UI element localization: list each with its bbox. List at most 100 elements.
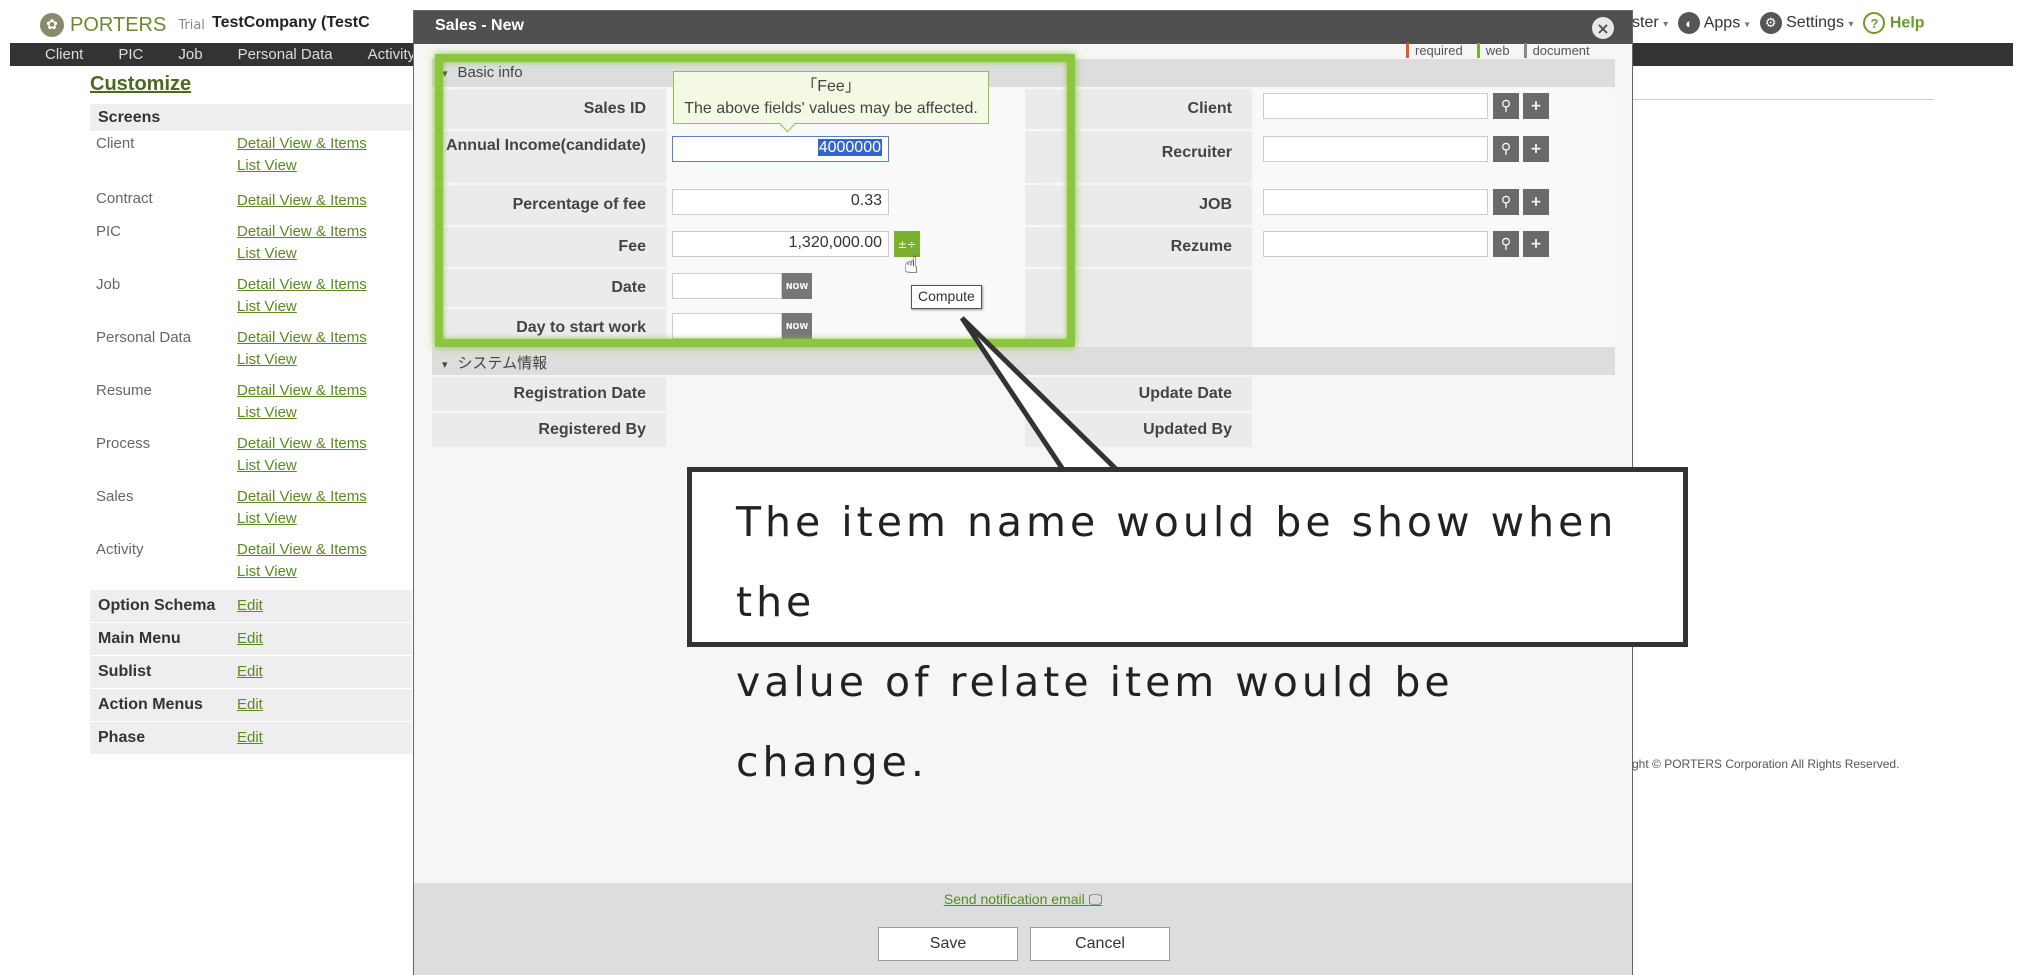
tooltip-text: The above fields' values may be affected…: [684, 100, 978, 117]
option-row: Phase Edit: [90, 722, 412, 755]
edit-link[interactable]: Edit: [233, 656, 267, 688]
help-link[interactable]: ? Help: [1863, 12, 1925, 34]
detail-view-link[interactable]: Detail View & Items: [237, 380, 408, 402]
search-icon[interactable]: ⚲: [1493, 189, 1519, 215]
send-notification-link[interactable]: Send notification email 🖵: [414, 891, 1632, 908]
save-button[interactable]: Save: [878, 927, 1018, 961]
screen-links: Detail View & Items List View: [233, 131, 412, 183]
apps-icon: ◐: [1678, 12, 1701, 34]
notify-label: Send notification email: [943, 891, 1085, 907]
plus-icon[interactable]: +: [1523, 189, 1549, 215]
detail-view-link[interactable]: Detail View & Items: [237, 221, 408, 243]
settings-label: Settings: [1786, 14, 1844, 31]
left-frame: [0, 0, 10, 975]
apps-label: Apps: [1703, 14, 1741, 32]
legend-web: web: [1476, 43, 1510, 58]
customize-title[interactable]: Customize: [90, 73, 191, 96]
option-name: Option Schema: [98, 597, 216, 614]
gear-icon: ⚙: [1759, 12, 1782, 34]
right-values-area: [1254, 89, 1615, 347]
option-name: Sublist: [98, 663, 152, 680]
option-name: Main Menu: [98, 630, 181, 647]
edit-link[interactable]: Edit: [233, 623, 267, 655]
nav-item-job[interactable]: Job: [178, 46, 202, 63]
settings-menu[interactable]: ⚙ Settings ▾: [1759, 12, 1853, 34]
section-system-info[interactable]: システム情報: [432, 347, 1615, 375]
list-view-link[interactable]: List View: [237, 455, 408, 477]
nav-item-client[interactable]: Client: [45, 46, 83, 63]
screen-links: Detail View & Items List View: [233, 272, 412, 324]
list-view-link[interactable]: List View: [237, 349, 408, 371]
close-icon[interactable]: ×: [1592, 17, 1614, 39]
recruiter-input[interactable]: [1263, 136, 1488, 162]
detail-view-link[interactable]: Detail View & Items: [237, 327, 408, 349]
logo-icon: ✿: [40, 13, 64, 37]
plus-icon[interactable]: +: [1523, 136, 1549, 162]
edit-link[interactable]: Edit: [233, 590, 267, 622]
screen-name: Personal Data: [96, 329, 192, 346]
tooltip-title: 「Fee」: [801, 78, 861, 95]
right-frame: [2017, 0, 2021, 975]
callout-line-2: value of relate item would be change.: [736, 658, 1454, 786]
nav-item-pic[interactable]: PIC: [118, 46, 143, 63]
screen-name: PIC: [96, 223, 122, 240]
edit-link[interactable]: Edit: [233, 722, 267, 754]
company-name: TestCompany (TestC: [212, 14, 370, 31]
plus-icon[interactable]: +: [1523, 231, 1549, 257]
apps-menu[interactable]: ◐ Apps ▾: [1678, 12, 1750, 34]
list-view-link[interactable]: List View: [237, 508, 408, 530]
master-menu[interactable]: ster ▾: [1632, 14, 1668, 32]
job-input[interactable]: [1263, 189, 1488, 215]
label-registration-date: Registration Date: [432, 377, 666, 411]
cancel-button[interactable]: Cancel: [1030, 927, 1170, 961]
master-label: ster: [1632, 14, 1659, 31]
nav-item-personal-data[interactable]: Personal Data: [238, 46, 333, 63]
screen-row: Activity Detail View & Items List View: [90, 537, 412, 590]
chevron-down-icon: ▾: [1663, 19, 1669, 30]
label-updated-by: Updated By: [1025, 413, 1252, 447]
option-row: Main Menu Edit: [90, 623, 412, 656]
screen-row: Client Detail View & Items List View: [90, 131, 412, 184]
label-registered-by: Registered By: [432, 413, 666, 447]
detail-view-link[interactable]: Detail View & Items: [237, 486, 408, 508]
top-right-menu: ster ▾ ◐ Apps ▾ ⚙ Settings ▾ ? Help: [1632, 12, 1925, 34]
screen-links: Detail View & Items: [233, 184, 412, 218]
nav-item-activity[interactable]: Activity: [368, 46, 416, 63]
logo[interactable]: ✿ PORTERS Trial: [40, 11, 205, 39]
detail-view-link[interactable]: Detail View & Items: [237, 433, 408, 455]
screen-row: Job Detail View & Items List View: [90, 272, 412, 325]
rezume-input[interactable]: [1263, 231, 1488, 257]
screen-name: Contract: [96, 190, 153, 207]
hand-cursor-icon: ☝: [904, 251, 919, 279]
screen-links: Detail View & Items List View: [233, 431, 412, 483]
annotation-callout: The item name would be show when the val…: [687, 467, 1688, 786]
screen-row: Sales Detail View & Items List View: [90, 484, 412, 537]
search-icon[interactable]: ⚲: [1493, 93, 1519, 119]
screen-name: Job: [96, 276, 121, 293]
client-input[interactable]: [1263, 93, 1488, 119]
callout-line-1: The item name would be show when the: [736, 498, 1618, 626]
plus-icon[interactable]: +: [1523, 93, 1549, 119]
search-icon[interactable]: ⚲: [1493, 231, 1519, 257]
legend-required: required: [1406, 43, 1463, 58]
detail-view-link[interactable]: Detail View & Items: [237, 133, 408, 155]
compute-tooltip: Compute: [911, 285, 982, 309]
monitor-icon: 🖵: [1088, 891, 1103, 907]
edit-link[interactable]: Edit: [233, 689, 267, 721]
list-view-link[interactable]: List View: [237, 243, 408, 265]
detail-view-link[interactable]: Detail View & Items: [237, 274, 408, 296]
detail-view-link[interactable]: Detail View & Items: [237, 190, 408, 212]
screen-name: Activity: [96, 541, 144, 558]
list-view-link[interactable]: List View: [237, 296, 408, 318]
screen-name: Resume: [96, 382, 152, 399]
screen-name: Process: [96, 435, 151, 452]
list-view-link[interactable]: List View: [237, 402, 408, 424]
list-view-link[interactable]: List View: [237, 561, 408, 583]
copyright: ght © PORTERS Corporation All Rights Res…: [1632, 757, 1900, 771]
list-view-link[interactable]: List View: [237, 155, 408, 177]
search-icon[interactable]: ⚲: [1493, 136, 1519, 162]
option-row: Action Menus Edit: [90, 689, 412, 722]
field-legend: required web document: [1406, 43, 1590, 58]
detail-view-link[interactable]: Detail View & Items: [237, 539, 408, 561]
affected-fields-tooltip: 「Fee」 The above fields' values may be af…: [673, 71, 989, 124]
